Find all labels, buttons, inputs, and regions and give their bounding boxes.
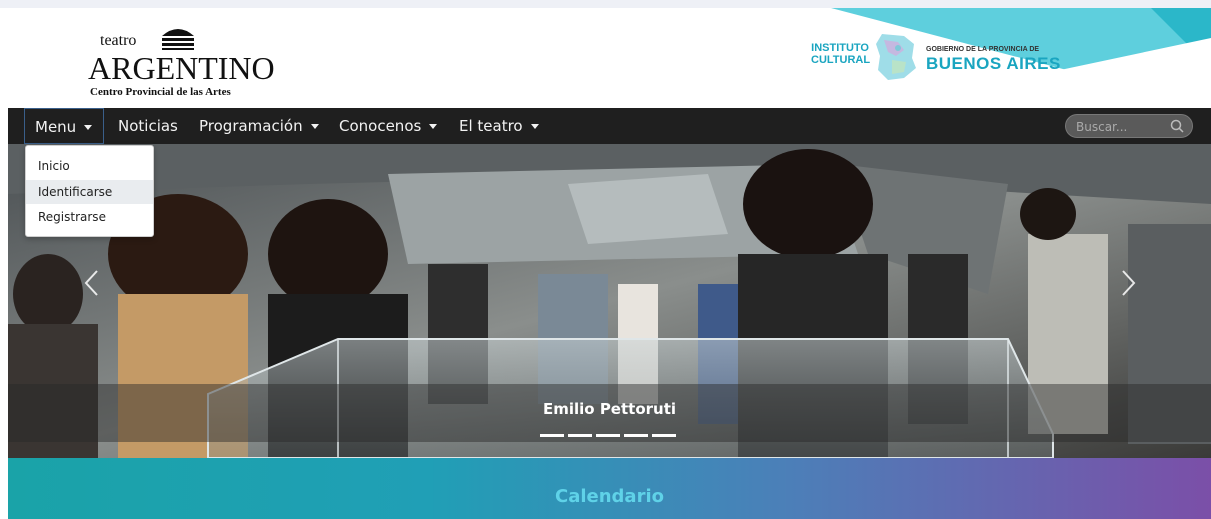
calendar-title: Calendario [555,486,664,507]
nav-menu-label: Menu [35,118,77,136]
nav-item-label: Noticias [118,117,178,135]
instituto-cultural-logo[interactable]: INSTITUTO CULTURAL GOBIERNO DE LA PROVIN… [808,30,1068,88]
logo-subtitle: Centro Provincial de las Artes [90,86,231,98]
caret-down-icon [530,124,539,129]
search-icon[interactable] [1170,119,1184,133]
chevron-left-icon[interactable] [82,268,102,298]
province-map-icon [876,34,916,80]
caret-down-icon [310,124,319,129]
carousel-indicator-3[interactable] [596,434,620,437]
government-label: GOBIERNO DE LA PROVINCIA DE [926,46,1040,53]
nav-menu-dropdown[interactable]: Menu [24,108,104,144]
search-box [1065,114,1193,138]
nav-item-conocenos[interactable]: Conocenos [339,108,438,144]
carousel-indicator-1[interactable] [540,434,564,437]
dropdown-item-identificarse[interactable]: Identificarse [26,180,153,204]
carousel-caption: Emilio Pettoruti [542,400,677,418]
nav-item-noticias[interactable]: Noticias [118,108,178,144]
nav-item-label: Programación [199,117,303,135]
calendar-section: Calendario [8,458,1211,519]
site-header: teatro ARGENTINO Centro Provincial de la… [0,8,1211,108]
theatre-building-icon [162,29,194,50]
dropdown-item-inicio[interactable]: Inicio [26,154,153,178]
top-border [0,0,1211,8]
institute-line-2: CULTURAL [811,54,871,66]
menu-dropdown: Inicio Identificarse Registrarse [25,145,154,237]
teatro-argentino-logo[interactable]: teatro ARGENTINO Centro Provincial de la… [88,22,275,100]
carousel-indicator-5[interactable] [652,434,676,437]
main-navbar: Menu Noticias Programación Conocenos El … [8,108,1211,144]
caret-down-icon [429,124,438,129]
chevron-right-icon[interactable] [1118,268,1138,298]
nav-item-el-teatro[interactable]: El teatro [459,108,539,144]
search-input[interactable] [1074,117,1168,137]
institute-label: INSTITUTO CULTURAL [811,42,871,66]
carousel-indicators [540,434,680,438]
institute-line-1: INSTITUTO [811,42,869,54]
logo-small-text: teatro [100,32,137,49]
nav-item-programacion[interactable]: Programación [199,108,319,144]
hero-carousel: Emilio Pettoruti [8,144,1211,458]
logo-main-text: ARGENTINO [88,50,275,86]
province-name: BUENOS AIRES [926,54,1061,73]
carousel-indicator-4[interactable] [624,434,648,437]
caret-down-icon [84,125,93,130]
nav-item-label: Conocenos [339,117,422,135]
carousel-indicator-2[interactable] [568,434,592,437]
dropdown-item-registrarse[interactable]: Registrarse [26,205,153,229]
nav-item-label: El teatro [459,117,523,135]
